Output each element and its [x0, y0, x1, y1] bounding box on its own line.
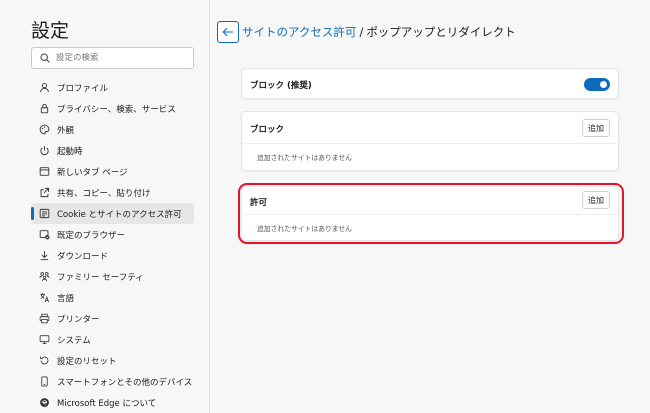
sidebar-item-reset[interactable]: 設定のリセット [31, 350, 194, 371]
sidebar-item-privacy[interactable]: プライバシー、検索、サービス [31, 98, 194, 119]
search-box[interactable] [31, 47, 194, 69]
sidebar-item-appearance[interactable]: 外観 [31, 119, 194, 140]
sidebar-item-profile[interactable]: プロファイル [31, 77, 194, 98]
sidebar-item-label: 新しいタブ ページ [57, 167, 128, 178]
sidebar-item-share[interactable]: 共有、コピー、貼り付け [31, 182, 194, 203]
sidebar-item-cookies[interactable]: Cookie とサイトのアクセス許可 [31, 203, 194, 224]
sidebar-item-family[interactable]: ファミリー セーフティ [31, 266, 194, 287]
sidebar-item-startup[interactable]: 起動時 [31, 140, 194, 161]
sidebar-item-label: 既定のブラウザー [57, 230, 126, 241]
sidebar-item-label: プライバシー、検索、サービス [57, 104, 176, 115]
sidebar-item-system[interactable]: システム [31, 329, 194, 350]
profile-icon [38, 82, 50, 94]
search-icon [40, 53, 50, 63]
phone-icon [38, 376, 50, 388]
block-section-divider [242, 143, 618, 144]
sidebar-item-new-tab[interactable]: 新しいタブ ページ [31, 161, 194, 182]
language-icon [38, 292, 50, 304]
sidebar-item-label: プリンター [57, 314, 100, 325]
sidebar-item-label: スマートフォンとその他のデバイス [57, 377, 193, 388]
palette-icon [38, 124, 50, 136]
lock-icon [38, 103, 50, 115]
toggle-knob [600, 81, 607, 88]
printer-icon [38, 313, 50, 325]
edge-icon [38, 397, 50, 409]
default-browser-icon [38, 229, 50, 241]
sidebar-item-label: プロファイル [57, 83, 109, 94]
page-title: ポップアップとリダイレクト [366, 25, 516, 39]
sidebar-item-label: Cookie とサイトのアクセス許可 [57, 209, 182, 220]
reset-icon [38, 355, 50, 367]
sidebar: 設定 プロファイル プライバシー、検索、サービス 外観 起動時 新しいタブ ペー… [0, 0, 210, 413]
breadcrumb: サイトのアクセス許可 / ポップアップとリダイレクト [242, 24, 516, 40]
back-button[interactable] [217, 21, 239, 43]
site-permissions-icon [38, 208, 50, 220]
arrow-left-icon [222, 27, 233, 37]
settings-nav: プロファイル プライバシー、検索、サービス 外観 起動時 新しいタブ ページ 共… [31, 77, 194, 413]
family-icon [38, 271, 50, 283]
sidebar-item-downloads[interactable]: ダウンロード [31, 245, 194, 266]
block-section-title: ブロック [250, 125, 285, 135]
block-recommended-card: ブロック (推奨) [241, 68, 619, 99]
sidebar-item-label: ファミリー セーフティ [57, 272, 144, 283]
search-input[interactable] [56, 53, 176, 63]
main-content: サイトのアクセス許可 / ポップアップとリダイレクト ブロック (推奨) ブロック … [210, 0, 650, 413]
sidebar-item-languages[interactable]: 言語 [31, 287, 194, 308]
sidebar-item-label: 外観 [57, 125, 75, 136]
system-icon [38, 334, 50, 346]
share-icon [38, 187, 50, 199]
settings-title: 設定 [31, 20, 70, 42]
sidebar-item-label: 共有、コピー、貼り付け [57, 188, 151, 199]
sidebar-item-label: ダウンロード [57, 251, 109, 262]
new-tab-icon [38, 166, 50, 178]
sidebar-item-printers[interactable]: プリンター [31, 308, 194, 329]
sidebar-item-label: システム [57, 335, 91, 346]
block-section-card: ブロック 追加 追加されたサイトはありません [241, 111, 619, 171]
sidebar-item-about[interactable]: Microsoft Edge について [31, 392, 194, 413]
sidebar-item-label: 起動時 [57, 146, 83, 157]
sidebar-item-label: 設定のリセット [57, 356, 117, 367]
block-add-button[interactable]: 追加 [582, 119, 610, 137]
sidebar-item-label: Microsoft Edge について [57, 398, 157, 409]
breadcrumb-separator: / [359, 25, 364, 39]
block-recommended-label: ブロック (推奨) [250, 81, 312, 91]
download-icon [38, 250, 50, 262]
power-icon [38, 145, 50, 157]
breadcrumb-parent-link[interactable]: サイトのアクセス許可 [242, 25, 356, 39]
block-empty-text: 追加されたサイトはありません [257, 154, 352, 162]
block-recommended-toggle[interactable] [584, 78, 610, 91]
sidebar-item-label: 言語 [57, 293, 75, 304]
sidebar-item-phone[interactable]: スマートフォンとその他のデバイス [31, 371, 194, 392]
sidebar-item-default-browser[interactable]: 既定のブラウザー [31, 224, 194, 245]
allow-section-highlight [238, 183, 624, 244]
